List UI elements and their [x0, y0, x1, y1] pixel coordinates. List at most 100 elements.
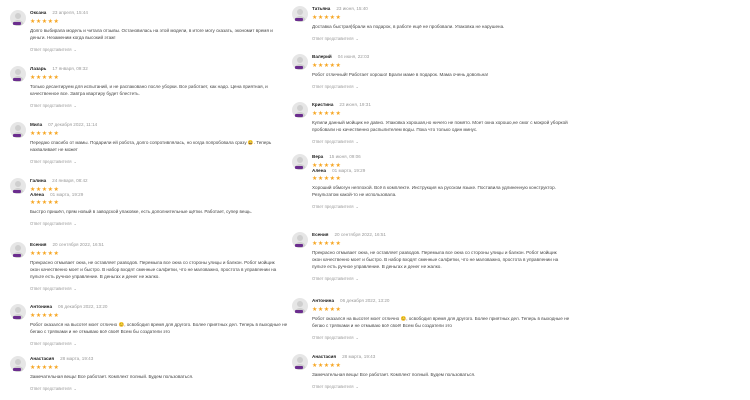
seller-reply-toggle[interactable]: Ответ представителя ⌄ — [312, 36, 359, 41]
reviewer-name: Алена — [30, 192, 45, 197]
review-date: 01 марта, 19:29 — [332, 168, 366, 173]
avatar-badge — [295, 114, 303, 117]
avatar-badge — [295, 18, 303, 21]
rating-stars-icon: ★★★★★ — [30, 75, 60, 81]
review-header: Анастасия 28 марта, 19:43 — [30, 356, 93, 361]
review-text-line: Хороший обмогун неплохой. Всё в комплект… — [312, 185, 556, 190]
reviewer-name: Антонина — [30, 304, 53, 309]
seller-reply-toggle[interactable]: Ответ представителя ⌄ — [312, 335, 359, 340]
review-date: 28 марта, 19:43 — [60, 356, 94, 361]
review-date: 17 января, 09:32 — [52, 66, 88, 71]
avatar-badge — [13, 368, 21, 371]
chevron-down-icon: ⌄ — [355, 204, 359, 209]
seller-reply-toggle[interactable]: Ответ представителя ⌄ — [30, 286, 77, 291]
review-text: Только десантируем для испытаний, и не р… — [30, 83, 268, 97]
seller-reply-label: Ответ представителя — [30, 341, 72, 346]
review-text: Прекрасно отмывает окна, не оставляет ра… — [30, 259, 276, 280]
review-text-line: Только десантируем для испытаний, и не р… — [30, 84, 268, 89]
avatar-badge — [295, 244, 303, 247]
review-text-line: нахваливает не может — [30, 147, 78, 152]
review-text-line: Робот оказался на высоте! моет отлично 😊… — [30, 322, 288, 327]
rating-stars-icon: ★★★★★ — [30, 19, 60, 25]
review-date: 06 декабря 2022, 13:20 — [340, 298, 390, 303]
reviewer-name: Анастасия — [30, 356, 55, 361]
review-text-line: бегаю с тряпками и не отмываю всё своё! … — [30, 329, 170, 334]
avatar-badge — [13, 190, 21, 193]
review-header: Анастасия 28 марта, 19:43 — [312, 354, 375, 359]
review-header: Галина 24 января, 08:42 — [30, 178, 88, 183]
review-text: Доставка быстрая)брали на подарок, в раб… — [312, 23, 504, 30]
rating-stars-icon: ★★★★★ — [30, 365, 60, 371]
review-text-line: Купили данный мойщик не давно. Упаковка … — [312, 120, 568, 125]
review-text-line: Долго выбирала модель и читала отзывы. О… — [30, 28, 273, 33]
chevron-down-icon: ⌄ — [355, 276, 359, 281]
chevron-down-icon: ⌄ — [355, 84, 359, 89]
seller-reply-toggle[interactable]: Ответ представителя ⌄ — [30, 159, 77, 164]
reviewer-name: Кристина — [312, 102, 334, 107]
seller-reply-toggle[interactable]: Ответ представителя ⌄ — [312, 139, 359, 144]
review-text-line: Прекрасно отмывает окна, не оставляет ра… — [312, 250, 557, 255]
review-text-line: Результатом какой-то не использовала. — [312, 192, 397, 197]
avatar-badge — [295, 166, 303, 169]
review-text-line: окон качественно моет и быстро. В набор … — [312, 257, 559, 262]
review-text: Долго выбирала модель и читала отзывы. О… — [30, 27, 273, 41]
review-text: Замечательная вещь! Все работает. Компле… — [312, 371, 475, 378]
nested-review-meta: Алена 01 марта, 19:29 — [312, 168, 365, 173]
avatar-badge — [295, 310, 303, 313]
rating-stars-icon: ★★★★★ — [30, 131, 60, 137]
reviewer-name: Валерий — [312, 54, 332, 59]
review-text-line: пробовали но качественно распылителем во… — [312, 127, 478, 132]
chevron-down-icon: ⌄ — [355, 335, 359, 340]
chevron-down-icon: ⌄ — [73, 47, 77, 52]
reviewer-name: Галина — [30, 178, 47, 183]
rating-stars-icon: ★★★★★ — [312, 63, 342, 69]
seller-reply-toggle[interactable]: Ответ представителя ⌄ — [30, 386, 77, 391]
seller-reply-label: Ответ представителя — [312, 335, 354, 340]
seller-reply-label: Ответ представителя — [30, 159, 72, 164]
review-header: Мила 07 декабря 2022, 11:14 — [30, 122, 97, 127]
review-date: 15 июня, 09:06 — [329, 154, 361, 159]
review-date: 24 января, 08:42 — [52, 178, 88, 183]
review-date: 23 июня, 19:31 — [339, 102, 371, 107]
nested-review-meta: Алена 01 марта, 19:29 — [30, 192, 83, 197]
review-text-line: пульте есть ручное управление. В деньгах… — [312, 264, 442, 269]
reviewer-name: Алена — [312, 168, 327, 173]
review-header: Татьяна 23 июня, 15:40 — [312, 6, 368, 11]
review-header: Антонина 06 декабря 2022, 13:20 — [30, 304, 107, 309]
review-text-line: бегаю с тряпками и не отмываю всё своё! … — [312, 323, 452, 328]
seller-reply-toggle[interactable]: Ответ представителя ⌄ — [30, 341, 77, 346]
rating-stars-icon: ★★★★★ — [30, 313, 60, 319]
review-text: Купили данный мойщик не давно. Упаковка … — [312, 119, 568, 133]
review-text-line: Передаю спасибо от мамы. Подарили ей роб… — [30, 140, 272, 145]
seller-reply-toggle[interactable]: Ответ представителя ⌄ — [312, 204, 359, 209]
seller-reply-label: Ответ представителя — [312, 276, 354, 281]
review-text: Робот оказался на высоте! моет отлично 😊… — [30, 321, 287, 335]
rating-stars-icon: ★★★★★ — [30, 251, 60, 257]
seller-reply-toggle[interactable]: Ответ представителя ⌄ — [30, 103, 77, 108]
chevron-down-icon: ⌄ — [73, 221, 77, 226]
seller-reply-label: Ответ представителя — [312, 139, 354, 144]
review-date: 28 марта, 19:43 — [342, 354, 376, 359]
reviewer-name: Мила — [30, 122, 43, 127]
review-text: Прекрасно отмывает окна, не оставляет ра… — [312, 249, 558, 270]
chevron-down-icon: ⌄ — [355, 36, 359, 41]
reviews-column-right: Татьяна 23 июня, 15:40 ★★★★★ Доставка быстр… — [282, 0, 702, 400]
reviewer-name: Оксана — [30, 10, 47, 15]
rating-stars-icon: ★★★★★ — [30, 200, 60, 206]
review-text: Хороший обмогун неплохой. Всё в комплект… — [312, 184, 556, 198]
rating-stars-icon: ★★★★★ — [312, 363, 342, 369]
seller-reply-toggle[interactable]: Ответ представителя ⌄ — [30, 221, 77, 226]
review-date: 01 марта, 19:29 — [50, 192, 84, 197]
seller-reply-toggle[interactable]: Ответ представителя ⌄ — [312, 84, 359, 89]
rating-stars-icon: ★★★★★ — [312, 241, 342, 247]
review-text: Замечательная вещь! Все работает. Компле… — [30, 373, 193, 380]
chevron-down-icon: ⌄ — [73, 286, 77, 291]
review-header: Есения 20 сентября 2022, 16:51 — [30, 242, 104, 247]
seller-reply-toggle[interactable]: Ответ представителя ⌄ — [312, 276, 359, 281]
rating-stars-icon: ★★★★★ — [312, 111, 342, 117]
seller-reply-toggle[interactable]: Ответ представителя ⌄ — [30, 47, 77, 52]
seller-reply-toggle[interactable]: Ответ представителя ⌄ — [312, 384, 359, 389]
review-header: Есения 20 сентября 2022, 16:51 — [312, 232, 386, 237]
reviewer-name: Татьяна — [312, 6, 331, 11]
reviewer-name: Лазарь — [30, 66, 47, 71]
